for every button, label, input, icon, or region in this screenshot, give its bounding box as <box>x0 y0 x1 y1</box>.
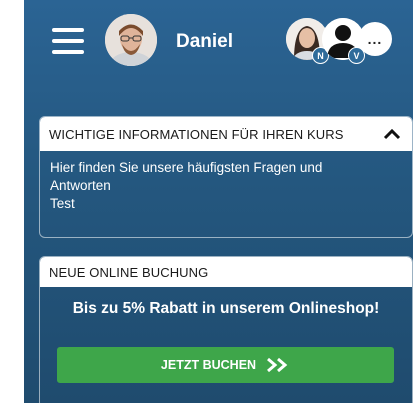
info-line: Hier finden Sie unsere häufigsten Fragen… <box>50 160 323 175</box>
info-card-header[interactable]: WICHTIGE INFORMATIONEN FÜR IHREN KURS <box>40 117 412 151</box>
user-name: Daniel <box>176 31 234 52</box>
info-card: WICHTIGE INFORMATIONEN FÜR IHREN KURS Hi… <box>39 116 413 238</box>
more-participants-button[interactable]: ... <box>358 22 392 56</box>
promo-text: Bis zu 5% Rabatt in unserem Onlineshop! <box>72 300 380 317</box>
user-avatar[interactable] <box>105 14 157 66</box>
booking-card-header: NEUE ONLINE BUCHUNG <box>40 257 412 287</box>
info-card-title: WICHTIGE INFORMATIONEN FÜR IHREN KURS <box>49 126 344 142</box>
info-card-body: Hier finden Sie unsere häufigsten Fragen… <box>40 151 412 221</box>
book-now-label: JETZT BUCHEN <box>160 358 257 372</box>
booking-card-title: NEUE ONLINE BUCHUNG <box>49 264 209 280</box>
top-bar: Daniel N V ... <box>24 0 413 88</box>
user-avatar-image <box>105 14 157 66</box>
booking-card: NEUE ONLINE BUCHUNG Bis zu 5% Rabatt in … <box>39 256 413 403</box>
app-screen: Daniel N V ... WICHTIGE INFORMATIONEN FÜ… <box>24 0 413 403</box>
book-now-button[interactable]: JETZT BUCHEN <box>57 347 394 383</box>
participant-avatars: N V ... <box>286 18 406 68</box>
hamburger-menu-icon[interactable] <box>52 28 84 54</box>
info-line: Antworten <box>50 178 111 193</box>
chevron-up-icon[interactable] <box>381 123 403 145</box>
double-chevron-right-icon <box>267 357 288 373</box>
info-line: Test <box>50 196 75 211</box>
